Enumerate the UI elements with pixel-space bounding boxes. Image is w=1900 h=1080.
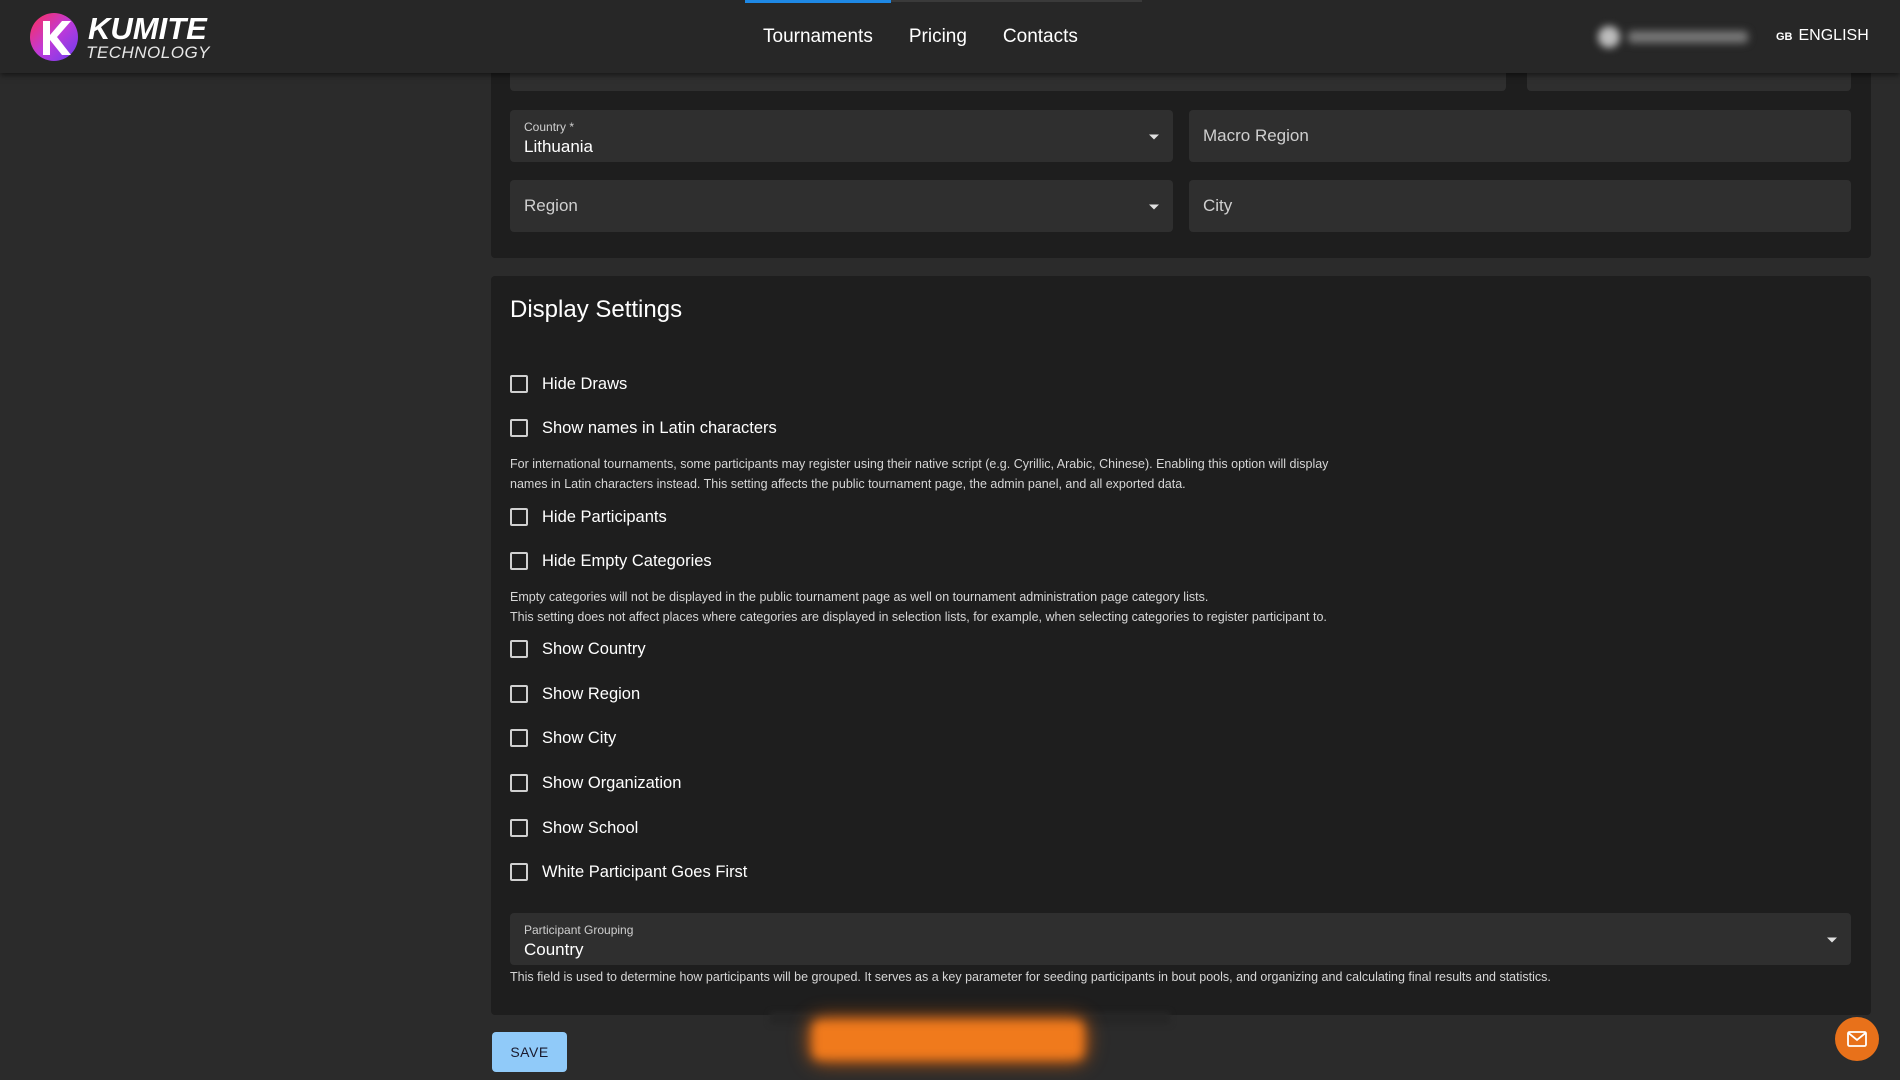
mail-icon	[1847, 1031, 1867, 1047]
option-show-school[interactable]: Show School	[510, 816, 638, 840]
city-input[interactable]: City	[1189, 180, 1851, 232]
option-latin-names[interactable]: Show names in Latin characters	[510, 416, 777, 440]
help-line: names in Latin characters instead. This …	[510, 477, 1186, 491]
grouping-help-text: This field is used to determine how part…	[510, 970, 1551, 984]
checkbox[interactable]	[510, 863, 528, 881]
checkbox[interactable]	[510, 508, 528, 526]
chevron-down-icon	[1149, 204, 1159, 210]
nav-pricing[interactable]: Pricing	[891, 0, 985, 73]
grouping-value: Country	[524, 940, 584, 959]
participant-grouping-select[interactable]: Participant Grouping Country	[510, 913, 1851, 965]
region-placeholder: Region	[524, 196, 578, 215]
option-label: Show Region	[542, 684, 641, 703]
checkbox[interactable]	[510, 685, 528, 703]
flag-icon: GB	[1776, 31, 1793, 43]
grouping-label: Participant Grouping	[524, 923, 634, 937]
main-nav: Tournaments Pricing Contacts	[745, 0, 1096, 73]
region-select[interactable]: Region	[510, 180, 1173, 232]
contact-fab[interactable]	[1835, 1017, 1879, 1061]
logo-title: KUMITE	[88, 11, 207, 46]
save-button[interactable]: SAVE	[492, 1032, 567, 1072]
option-label: Hide Draws	[542, 374, 628, 393]
checkbox[interactable]	[510, 375, 528, 393]
country-label: Country *	[524, 120, 575, 134]
city-placeholder: City	[1203, 196, 1233, 215]
empty-categories-help-text: Empty categories will not be displayed i…	[510, 587, 1327, 627]
latin-help-text: For international tournaments, some part…	[510, 454, 1328, 494]
option-show-region[interactable]: Show Region	[510, 682, 640, 706]
help-line: This setting does not affect places wher…	[510, 610, 1327, 624]
nav-tournaments[interactable]: Tournaments	[745, 0, 891, 73]
user-name-redacted	[1628, 31, 1748, 43]
option-label: Show Organization	[542, 773, 682, 792]
option-show-country[interactable]: Show Country	[510, 637, 646, 661]
country-select[interactable]: Country * Lithuania	[510, 110, 1173, 162]
nav-contacts[interactable]: Contacts	[985, 0, 1096, 73]
chevron-down-icon	[1827, 937, 1837, 943]
checkbox[interactable]	[510, 552, 528, 570]
option-label: Show Country	[542, 639, 646, 658]
help-line: For international tournaments, some part…	[510, 457, 1329, 471]
checkbox[interactable]	[510, 729, 528, 747]
kumite-logo-icon	[30, 13, 78, 61]
checkbox[interactable]	[510, 819, 528, 837]
logo[interactable]: KUMITE TECHNOLOGY	[28, 11, 218, 63]
help-line: Empty categories will not be displayed i…	[510, 590, 1209, 604]
option-label: Show names in Latin characters	[542, 418, 777, 437]
user-menu[interactable]	[1598, 26, 1758, 48]
option-label: White Participant Goes First	[542, 862, 748, 881]
chevron-down-icon	[1149, 134, 1159, 140]
option-white-first[interactable]: White Participant Goes First	[510, 860, 747, 884]
option-label: Show School	[542, 818, 639, 837]
promo-banner-redacted[interactable]	[812, 1020, 1084, 1060]
top-navbar: KUMITE TECHNOLOGY Tournaments Pricing Co…	[0, 0, 1900, 73]
macro-region-placeholder: Macro Region	[1203, 126, 1309, 145]
language-selector[interactable]: GB ENGLISH	[1776, 27, 1869, 45]
language-label: ENGLISH	[1798, 27, 1869, 44]
option-hide-empty-categories[interactable]: Hide Empty Categories	[510, 549, 712, 573]
section-title: Display Settings	[510, 296, 683, 323]
option-hide-draws[interactable]: Hide Draws	[510, 372, 627, 396]
country-value: Lithuania	[524, 137, 594, 156]
avatar	[1598, 26, 1620, 48]
display-settings-card: Display Settings Hide Draws Show names i…	[491, 276, 1871, 1015]
checkbox[interactable]	[510, 774, 528, 792]
option-label: Hide Participants	[542, 507, 667, 526]
option-label: Hide Empty Categories	[542, 551, 712, 570]
logo-subtitle: TECHNOLOGY	[86, 43, 211, 62]
macro-region-input[interactable]: Macro Region	[1189, 110, 1851, 162]
checkbox[interactable]	[510, 419, 528, 437]
checkbox[interactable]	[510, 640, 528, 658]
option-hide-participants[interactable]: Hide Participants	[510, 505, 667, 529]
option-show-city[interactable]: Show City	[510, 726, 616, 750]
option-show-organization[interactable]: Show Organization	[510, 771, 681, 795]
option-label: Show City	[542, 728, 617, 747]
